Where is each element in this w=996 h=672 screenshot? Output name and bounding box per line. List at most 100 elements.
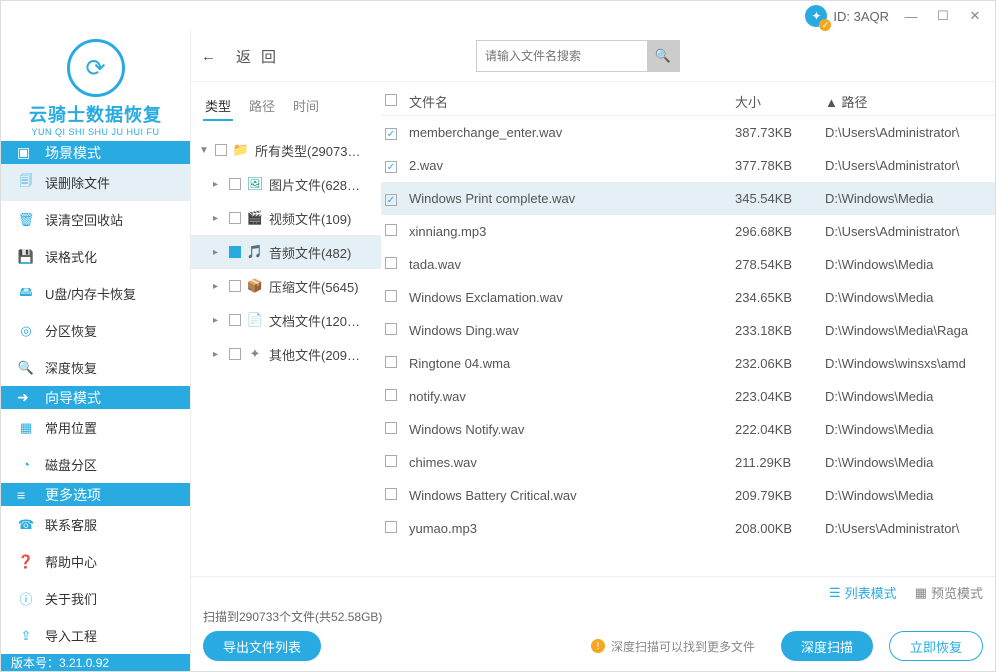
nav-item-more-1[interactable]: ❓帮助中心 — [1, 543, 190, 580]
nav-icon: 🗐 — [17, 172, 35, 194]
checkbox[interactable] — [229, 280, 241, 292]
file-path: D:\Users\Administrator\ — [825, 521, 995, 536]
minimize-button[interactable]: — — [901, 9, 921, 24]
preview-mode-button[interactable]: ▦ 预览模式 — [915, 583, 983, 602]
back-button[interactable]: ← 返回 — [201, 46, 286, 67]
tab-time[interactable]: 时间 — [293, 96, 319, 121]
row-checkbox[interactable] — [385, 422, 397, 434]
tree-children: ▸🖼图片文件(628…▸🎬视频文件(109)▸🎵音频文件(482)▸📦压缩文件(… — [191, 167, 381, 371]
row-checkbox[interactable] — [385, 290, 397, 302]
file-name: notify.wav — [409, 389, 735, 404]
row-checkbox[interactable]: ✓ — [385, 161, 397, 173]
nav-label: 常用位置 — [45, 418, 97, 437]
search-button[interactable]: 🔍 — [647, 41, 679, 71]
tree-node[interactable]: ▸📄文档文件(120… — [191, 303, 381, 337]
search-input[interactable] — [477, 41, 647, 71]
nav-item-more-2[interactable]: ⓘ关于我们 — [1, 580, 190, 617]
row-checkbox[interactable] — [385, 521, 397, 533]
file-size: 234.65KB — [735, 290, 825, 305]
checkbox[interactable] — [229, 314, 241, 326]
nav-item-wizard-1[interactable]: ◔磁盘分区 — [1, 446, 190, 483]
row-checkbox[interactable]: ✓ — [385, 194, 397, 206]
export-button[interactable]: 导出文件列表 — [203, 631, 321, 661]
maximize-button[interactable]: ☐ — [933, 8, 953, 24]
tree-node[interactable]: ▸📦压缩文件(5645) — [191, 269, 381, 303]
col-path[interactable]: ▲ 路径 — [825, 92, 995, 111]
collapse-icon[interactable]: ▼ — [199, 145, 209, 156]
nav-item-scene-2[interactable]: 💾 误格式化 — [1, 238, 190, 275]
nav-item-more-0[interactable]: ☎联系客服 — [1, 506, 190, 543]
close-button[interactable]: ✕ — [965, 8, 985, 24]
tree-tabs: 类型 路径 时间 — [191, 88, 381, 133]
back-label: 返回 — [236, 46, 286, 67]
table-row[interactable]: tada.wav278.54KBD:\Windows\Media — [381, 248, 995, 281]
expand-icon[interactable]: ▸ — [213, 315, 223, 326]
row-checkbox[interactable] — [385, 356, 397, 368]
file-size: 278.54KB — [735, 257, 825, 272]
expand-icon[interactable]: ▸ — [213, 349, 223, 360]
table-row[interactable]: yumao.mp3208.00KBD:\Users\Administrator\ — [381, 512, 995, 545]
row-checkbox[interactable] — [385, 488, 397, 500]
table-row[interactable]: ✓Windows Print complete.wav345.54KBD:\Wi… — [381, 182, 995, 215]
nav-icon: 🖴 — [17, 283, 35, 305]
table-row[interactable]: Windows Exclamation.wav234.65KBD:\Window… — [381, 281, 995, 314]
nav-label: 帮助中心 — [45, 552, 97, 571]
list-mode-button[interactable]: ☰ 列表模式 — [829, 583, 897, 602]
nav-item-scene-1[interactable]: 🗑误清空回收站 — [1, 201, 190, 238]
table-row[interactable]: xinniang.mp3296.68KBD:\Users\Administrat… — [381, 215, 995, 248]
table-row[interactable]: Windows Notify.wav222.04KBD:\Windows\Med… — [381, 413, 995, 446]
nav-label: 误格式化 — [45, 247, 97, 266]
row-checkbox[interactable] — [385, 455, 397, 467]
file-name: memberchange_enter.wav — [409, 125, 735, 140]
table-row[interactable]: ✓memberchange_enter.wav387.73KBD:\Users\… — [381, 116, 995, 149]
tree-label: 其他文件(209… — [269, 345, 360, 364]
nav-item-scene-3[interactable]: 🖴 U盘/内存卡恢复 — [1, 275, 190, 312]
table-row[interactable]: ✓2.wav377.78KBD:\Users\Administrator\ — [381, 149, 995, 182]
nav-label: U盘/内存卡恢复 — [45, 284, 136, 303]
recover-button[interactable]: 立即恢复 — [889, 631, 983, 661]
row-checkbox[interactable]: ✓ — [385, 128, 397, 140]
expand-icon[interactable]: ▸ — [213, 179, 223, 190]
nav-header-label: 向导模式 — [45, 388, 101, 408]
nav-label: 分区恢复 — [45, 321, 97, 340]
deep-scan-button[interactable]: 深度扫描 — [781, 631, 873, 661]
table-row[interactable]: Windows Battery Critical.wav209.79KBD:\W… — [381, 479, 995, 512]
checkbox[interactable] — [229, 246, 241, 258]
checkbox[interactable] — [215, 144, 227, 156]
row-checkbox[interactable] — [385, 224, 397, 236]
tree-node[interactable]: ▸🎵音频文件(482) — [191, 235, 381, 269]
col-name[interactable]: 文件名 — [409, 92, 735, 111]
tree-node[interactable]: ▸🎬视频文件(109) — [191, 201, 381, 235]
col-size[interactable]: 大小 — [735, 92, 825, 111]
row-checkbox[interactable] — [385, 389, 397, 401]
checkbox[interactable] — [229, 348, 241, 360]
nav-icon: 💾 — [17, 249, 35, 265]
row-checkbox[interactable] — [385, 323, 397, 335]
expand-icon[interactable]: ▸ — [213, 281, 223, 292]
table-row[interactable]: Ringtone 04.wma232.06KBD:\Windows\winsxs… — [381, 347, 995, 380]
footer: ☰ 列表模式 ▦ 预览模式 扫描到290733个文件(共52.58GB) 导出文… — [191, 576, 995, 671]
nav-item-more-3[interactable]: ⇪导入工程 — [1, 617, 190, 654]
expand-icon[interactable]: ▸ — [213, 247, 223, 258]
nav-wizard-list: ▦常用位置◔磁盘分区 — [1, 409, 190, 483]
nav-item-wizard-0[interactable]: ▦常用位置 — [1, 409, 190, 446]
nav-label: 深度恢复 — [45, 358, 97, 377]
checkbox[interactable] — [229, 178, 241, 190]
table-row[interactable]: notify.wav223.04KBD:\Windows\Media — [381, 380, 995, 413]
tab-type[interactable]: 类型 — [205, 96, 231, 121]
tree-node[interactable]: ▸✦其他文件(209… — [191, 337, 381, 371]
table-row[interactable]: chimes.wav211.29KBD:\Windows\Media — [381, 446, 995, 479]
tree-node[interactable]: ▸🖼图片文件(628… — [191, 167, 381, 201]
tab-path[interactable]: 路径 — [249, 96, 275, 121]
table-row[interactable]: Windows Ding.wav233.18KBD:\Windows\Media… — [381, 314, 995, 347]
tree-root[interactable]: ▼ 📁 所有类型(29073… — [191, 133, 381, 167]
tree-label: 所有类型(29073… — [255, 141, 360, 160]
nav-item-scene-4[interactable]: ◎分区恢复 — [1, 312, 190, 349]
grid-icon: ▦ — [915, 585, 927, 601]
expand-icon[interactable]: ▸ — [213, 213, 223, 224]
nav-item-scene-0[interactable]: 🗐误删除文件 — [1, 164, 190, 201]
row-checkbox[interactable] — [385, 257, 397, 269]
nav-item-scene-5[interactable]: 🔍深度恢复 — [1, 349, 190, 386]
select-all-checkbox[interactable] — [385, 94, 397, 106]
checkbox[interactable] — [229, 212, 241, 224]
